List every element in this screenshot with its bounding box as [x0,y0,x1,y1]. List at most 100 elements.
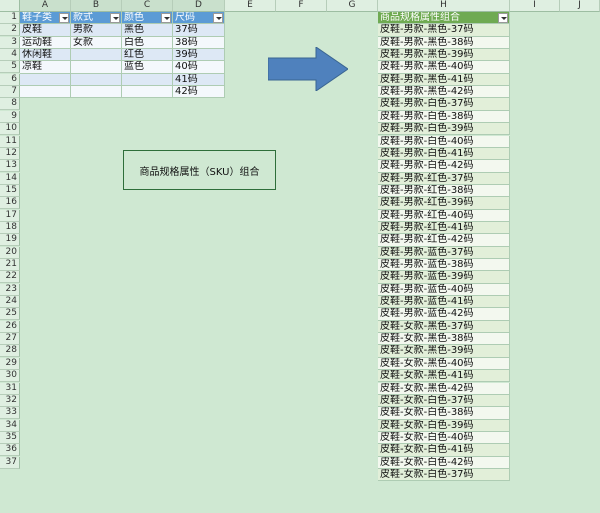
source-table-header[interactable]: 颜色 [122,12,173,24]
source-table-cell[interactable] [71,61,122,73]
result-table-cell[interactable]: 皮鞋-男款-红色-37码 [378,173,510,185]
result-table-cell[interactable]: 皮鞋-男款-黑色-41码 [378,74,510,86]
source-table-cell[interactable] [20,86,71,98]
result-table-cell[interactable]: 皮鞋-男款-白色-41码 [378,148,510,160]
column-header-a[interactable]: A [20,0,71,12]
source-table-cell[interactable]: 37码 [173,24,225,36]
source-table-cell[interactable]: 白色 [122,37,173,49]
filter-dropdown-icon[interactable] [59,13,69,23]
result-table-cell[interactable]: 皮鞋-男款-红色-42码 [378,234,510,246]
row-header-30[interactable]: 30 [0,370,20,382]
column-header-j[interactable]: J [560,0,600,12]
result-table-header[interactable]: 商品规格属性组合 [378,12,510,24]
result-table-cell[interactable]: 皮鞋-女款-白色-40码 [378,432,510,444]
row-header-16[interactable]: 16 [0,197,20,209]
source-table-cell[interactable]: 40码 [173,61,225,73]
source-table-cell[interactable]: 41码 [173,74,225,86]
row-header-19[interactable]: 19 [0,234,20,246]
result-table-cell[interactable]: 皮鞋-男款-蓝色-42码 [378,308,510,320]
result-table-cell[interactable]: 皮鞋-男款-红色-39码 [378,197,510,209]
row-header-1[interactable]: 1 [0,12,20,24]
column-header-f[interactable]: F [276,0,327,12]
row-header-31[interactable]: 31 [0,383,20,395]
row-header-34[interactable]: 34 [0,420,20,432]
result-table-cell[interactable]: 皮鞋-男款-黑色-38码 [378,37,510,49]
row-header-9[interactable]: 9 [0,111,20,123]
spreadsheet-grid[interactable]: ABCDEFGHIJ 12345678910111213141516171819… [0,0,600,513]
row-header-37[interactable]: 37 [0,457,20,469]
source-table-cell[interactable]: 女款 [71,37,122,49]
source-table-cell[interactable]: 蓝色 [122,61,173,73]
source-table-cell[interactable]: 42码 [173,86,225,98]
result-table-cell[interactable]: 皮鞋-男款-黑色-40码 [378,61,510,73]
source-table-cell[interactable]: 男款 [71,24,122,36]
result-table-cell[interactable]: 皮鞋-男款-红色-38码 [378,185,510,197]
result-table-cell[interactable]: 皮鞋-男款-白色-39码 [378,123,510,135]
result-table-cell[interactable]: 皮鞋-女款-白色-42码 [378,457,510,469]
row-header-2[interactable]: 2 [0,24,20,36]
result-table-cell[interactable]: 皮鞋-女款-白色-38码 [378,407,510,419]
row-header-24[interactable]: 24 [0,296,20,308]
source-table-cell[interactable]: 休闲鞋 [20,49,71,61]
row-header-27[interactable]: 27 [0,333,20,345]
result-table-cell[interactable]: 皮鞋-男款-蓝色-38码 [378,259,510,271]
row-header-5[interactable]: 5 [0,61,20,73]
filter-dropdown-icon[interactable] [110,13,120,23]
row-header-28[interactable]: 28 [0,345,20,357]
result-table-cell[interactable]: 皮鞋-女款-黑色-41码 [378,370,510,382]
row-header-11[interactable]: 11 [0,136,20,148]
result-table-cell[interactable]: 皮鞋-女款-白色-41码 [378,444,510,456]
result-table-cell[interactable]: 皮鞋-男款-白色-42码 [378,160,510,172]
row-header-23[interactable]: 23 [0,284,20,296]
source-table-cell[interactable] [122,86,173,98]
row-header-6[interactable]: 6 [0,74,20,86]
result-table-cell[interactable]: 皮鞋-男款-黑色-37码 [378,24,510,36]
result-table-cell[interactable]: 皮鞋-男款-蓝色-37码 [378,247,510,259]
row-header-25[interactable]: 25 [0,308,20,320]
column-header-b[interactable]: B [71,0,122,12]
row-header-3[interactable]: 3 [0,37,20,49]
row-header-15[interactable]: 15 [0,185,20,197]
column-header-g[interactable]: G [327,0,378,12]
source-table-header[interactable]: 鞋子类 [20,12,71,24]
source-table-cell[interactable] [71,74,122,86]
row-header-14[interactable]: 14 [0,173,20,185]
row-header-22[interactable]: 22 [0,271,20,283]
result-table-cell[interactable]: 皮鞋-女款-黑色-39码 [378,345,510,357]
source-table-cell[interactable]: 39码 [173,49,225,61]
source-table-cell[interactable] [71,86,122,98]
right-arrow-shape[interactable] [268,47,348,91]
source-table-cell[interactable] [20,74,71,86]
row-header-17[interactable]: 17 [0,210,20,222]
filter-dropdown-icon[interactable] [161,13,171,23]
row-header-29[interactable]: 29 [0,358,20,370]
result-table-cell[interactable]: 皮鞋-女款-黑色-40码 [378,358,510,370]
column-header-e[interactable]: E [225,0,276,12]
column-header-d[interactable]: D [173,0,225,12]
source-table-header[interactable]: 尺码 [173,12,225,24]
row-header-35[interactable]: 35 [0,432,20,444]
result-table-cell[interactable]: 皮鞋-女款-黑色-38码 [378,333,510,345]
result-table-cell[interactable]: 皮鞋-女款-白色-39码 [378,420,510,432]
result-table-cell[interactable]: 皮鞋-男款-蓝色-40码 [378,284,510,296]
result-table-cell[interactable]: 皮鞋-女款-黑色-37码 [378,321,510,333]
result-table-cell[interactable]: 皮鞋-男款-白色-40码 [378,136,510,148]
result-table-cell[interactable]: 皮鞋-男款-蓝色-39码 [378,271,510,283]
result-table-cell[interactable]: 皮鞋-男款-红色-41码 [378,222,510,234]
row-header-4[interactable]: 4 [0,49,20,61]
source-table-cell[interactable]: 皮鞋 [20,24,71,36]
source-table-header[interactable]: 款式 [71,12,122,24]
source-table-cell[interactable]: 运动鞋 [20,37,71,49]
source-table-cell[interactable]: 红色 [122,49,173,61]
row-header-21[interactable]: 21 [0,259,20,271]
select-all-corner[interactable] [0,0,20,12]
result-table-cell[interactable]: 皮鞋-男款-白色-37码 [378,98,510,110]
filter-dropdown-icon[interactable] [213,13,223,23]
row-header-36[interactable]: 36 [0,444,20,456]
row-header-32[interactable]: 32 [0,395,20,407]
result-table-cell[interactable]: 皮鞋-男款-白色-38码 [378,111,510,123]
row-header-20[interactable]: 20 [0,247,20,259]
row-header-13[interactable]: 13 [0,160,20,172]
source-table-cell[interactable] [122,74,173,86]
source-table-cell[interactable]: 38码 [173,37,225,49]
